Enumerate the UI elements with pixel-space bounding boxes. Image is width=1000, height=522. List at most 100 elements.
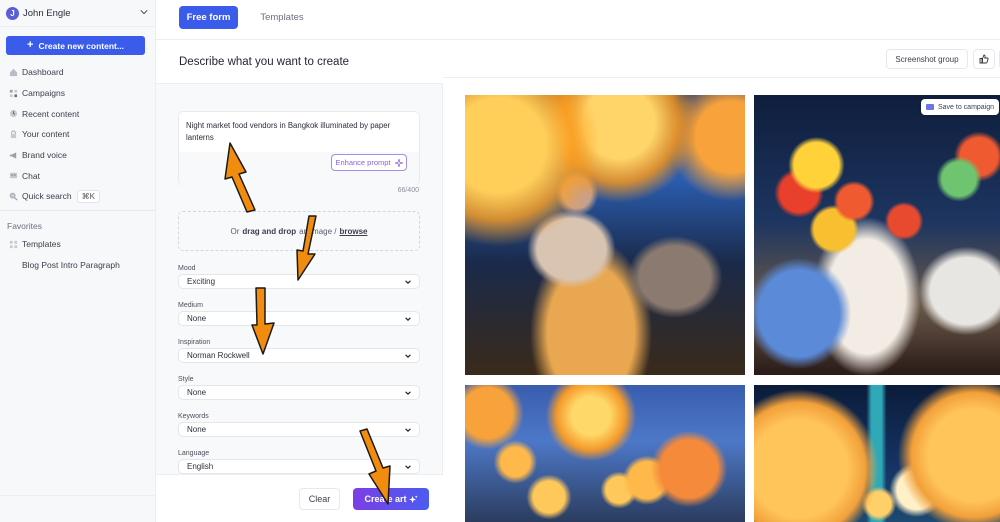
chevron-down-icon bbox=[405, 391, 411, 396]
create-art-label: Create art bbox=[364, 494, 407, 504]
language-value: English bbox=[187, 462, 214, 471]
keywords-value: None bbox=[187, 425, 207, 434]
clear-button[interactable]: Clear bbox=[299, 488, 340, 510]
medium-field: Medium None bbox=[178, 301, 420, 326]
create-form-panel: Describe what you want to create Night m… bbox=[156, 40, 443, 522]
app: J John Engle + Create new content... Das… bbox=[0, 0, 1000, 522]
form-footer: Clear Create art bbox=[156, 474, 443, 522]
sparkle-icon bbox=[408, 494, 418, 503]
results-toolbar: Screenshot group bbox=[443, 40, 1000, 78]
medium-select[interactable]: None bbox=[178, 311, 420, 326]
prompt-text: Night market food vendors in Bangkok ill… bbox=[186, 121, 391, 142]
character-count: 66/400 bbox=[397, 187, 419, 194]
dropzone-bold: drag and drop bbox=[242, 226, 297, 236]
sidebar-item-brand-voice[interactable]: Brand voice bbox=[0, 145, 156, 166]
sidebar-item-label: Brand voice bbox=[22, 150, 67, 161]
generated-image-4[interactable] bbox=[754, 385, 1000, 522]
sidebar-item-label: Dashboard bbox=[22, 67, 64, 78]
save-to-campaign-label: Save to campaign bbox=[938, 103, 995, 111]
language-field: Language English bbox=[178, 449, 420, 474]
language-select[interactable]: English bbox=[178, 459, 420, 474]
favorites-heading: Favorites bbox=[7, 221, 42, 231]
chat-icon bbox=[8, 171, 18, 181]
mood-select[interactable]: Exciting bbox=[178, 274, 420, 289]
campaigns-icon bbox=[8, 88, 18, 98]
sidebar-item-label: Quick search bbox=[22, 191, 72, 202]
create-art-button[interactable]: Create art bbox=[353, 488, 429, 510]
grid-icon bbox=[8, 239, 18, 249]
keyboard-shortcut-badge: ⌘K bbox=[76, 189, 100, 203]
generated-image-3[interactable] bbox=[465, 385, 745, 522]
sidebar-item-label: Chat bbox=[22, 170, 40, 181]
enhance-prompt-button[interactable]: Enhance prompt bbox=[331, 154, 407, 171]
search-icon bbox=[8, 191, 18, 201]
style-value: None bbox=[187, 388, 207, 397]
sidebar-item-label: Recent content bbox=[22, 108, 80, 119]
tab-free-form[interactable]: Free form bbox=[179, 6, 238, 29]
dropzone-middle: an image / bbox=[299, 226, 337, 236]
user-menu[interactable]: J John Engle bbox=[0, 0, 156, 27]
generated-image-2[interactable] bbox=[754, 95, 1000, 375]
generated-image-1[interactable] bbox=[465, 95, 745, 375]
style-select[interactable]: None bbox=[178, 385, 420, 400]
create-new-content-button[interactable]: + Create new content... bbox=[6, 36, 145, 55]
folder-icon bbox=[926, 104, 934, 110]
results-panel: Screenshot group Save to campaign bbox=[443, 40, 1000, 522]
sidebar-footer-divider bbox=[0, 495, 156, 496]
inspiration-field: Inspiration Norman Rockwell bbox=[178, 338, 420, 363]
home-icon bbox=[8, 67, 18, 77]
inspiration-select[interactable]: Norman Rockwell bbox=[178, 348, 420, 363]
sidebar-nav: Dashboard Campaigns Recent content Your … bbox=[0, 62, 156, 207]
chevron-down-icon bbox=[405, 428, 411, 433]
chevron-down-icon bbox=[405, 465, 411, 470]
style-field: Style None bbox=[178, 375, 420, 400]
megaphone-icon bbox=[8, 150, 18, 160]
image-dropzone[interactable]: Or drag and drop an image / browse bbox=[178, 211, 420, 251]
mode-tabs: Free form Templates bbox=[156, 0, 1000, 40]
chevron-down-icon[interactable] bbox=[140, 8, 148, 16]
favorite-item-label: Blog Post Intro Paragraph bbox=[22, 260, 120, 270]
clock-icon bbox=[8, 109, 18, 119]
chevron-down-icon bbox=[405, 317, 411, 322]
dropzone-prefix: Or bbox=[230, 226, 240, 236]
favorite-item-templates[interactable]: Templates bbox=[8, 239, 61, 249]
sidebar-item-campaigns[interactable]: Campaigns bbox=[0, 83, 156, 104]
form-title: Describe what you want to create bbox=[156, 40, 443, 84]
lock-icon bbox=[8, 129, 18, 139]
sparkle-icon bbox=[394, 158, 403, 167]
chevron-down-icon bbox=[405, 354, 411, 359]
medium-value: None bbox=[187, 314, 207, 323]
prompt-input[interactable]: Night market food vendors in Bangkok ill… bbox=[178, 111, 420, 185]
medium-label: Medium bbox=[178, 302, 203, 309]
favorite-item-label: Templates bbox=[22, 239, 61, 249]
language-label: Language bbox=[178, 450, 210, 457]
sidebar: J John Engle + Create new content... Das… bbox=[0, 0, 156, 522]
save-to-campaign-button[interactable]: Save to campaign bbox=[921, 99, 999, 115]
sidebar-item-label: Campaigns bbox=[22, 88, 65, 99]
sidebar-item-dashboard[interactable]: Dashboard bbox=[0, 62, 156, 83]
inspiration-label: Inspiration bbox=[178, 339, 211, 346]
plus-icon: + bbox=[27, 39, 34, 51]
mood-label: Mood bbox=[178, 265, 196, 272]
screenshot-group-button[interactable]: Screenshot group bbox=[886, 49, 968, 69]
thumbs-up-button[interactable] bbox=[973, 49, 995, 69]
keywords-label: Keywords bbox=[178, 413, 209, 420]
create-new-content-label: Create new content... bbox=[38, 40, 124, 51]
sidebar-item-your-content[interactable]: Your content bbox=[0, 124, 156, 145]
sidebar-item-label: Your content bbox=[22, 129, 70, 140]
sidebar-item-recent-content[interactable]: Recent content bbox=[0, 103, 156, 124]
avatar: J bbox=[6, 6, 19, 20]
sidebar-item-chat[interactable]: Chat bbox=[0, 165, 156, 186]
browse-link[interactable]: browse bbox=[340, 227, 368, 236]
keywords-field: Keywords None bbox=[178, 412, 420, 437]
sidebar-item-quick-search[interactable]: Quick search ⌘K bbox=[0, 186, 156, 207]
inspiration-value: Norman Rockwell bbox=[187, 351, 250, 360]
chevron-down-icon bbox=[405, 280, 411, 285]
mood-value: Exciting bbox=[187, 277, 216, 286]
user-name: John Engle bbox=[23, 7, 71, 19]
style-label: Style bbox=[178, 376, 194, 383]
favorite-item-blog-post-intro[interactable]: Blog Post Intro Paragraph bbox=[22, 260, 120, 270]
sidebar-divider bbox=[0, 210, 156, 211]
tab-templates[interactable]: Templates bbox=[252, 6, 312, 29]
keywords-select[interactable]: None bbox=[178, 422, 420, 437]
